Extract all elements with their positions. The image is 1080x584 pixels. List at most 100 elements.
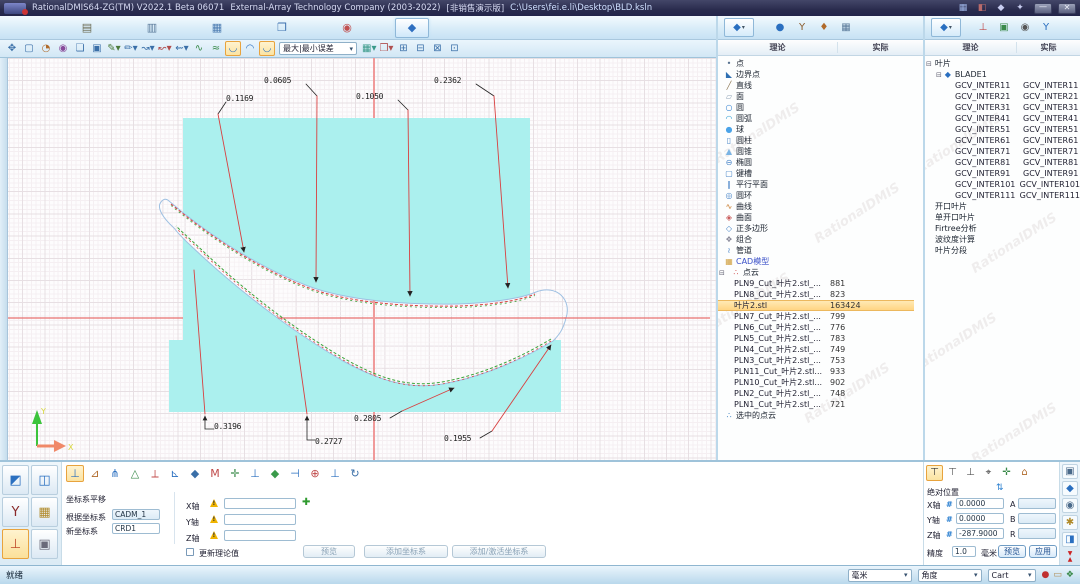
window-close-icon[interactable]: ⊠ [429,41,445,56]
probe-button[interactable]: Y [2,497,29,527]
grab-icon[interactable]: ◔ [38,41,54,56]
gcv-section-row[interactable]: GCV_INTER91 GCV_INTER91 [925,168,1080,179]
csys-rps-icon[interactable]: ⊥ [246,465,264,482]
pos-apply-button[interactable]: 应用 [1029,545,1057,558]
blade-analysis-item[interactable]: 开口叶片 [925,201,1080,212]
gcv-section-row[interactable]: GCV_INTER71 GCV_INTER71 [925,146,1080,157]
smooth-icon[interactable]: ≈ [208,41,224,56]
ruler-icon[interactable]: ▭ [1053,570,1062,580]
b-field[interactable] [1018,513,1056,524]
col-actual[interactable]: 实际 [1017,42,1080,53]
angle-dropdown[interactable]: 角度 [918,569,982,582]
blade-analysis-item[interactable]: 波纹度计算 [925,234,1080,245]
gcv-section-row[interactable]: GCV_INTER31 GCV_INTER31 [925,102,1080,113]
pointcloud-row[interactable]: PLN6_Cut_叶片2.stl_... 776 [718,322,923,333]
preview-button[interactable]: 预览 [303,545,355,558]
tool-rack-button[interactable]: ▦ [31,497,58,527]
pointcloud-row[interactable]: PLN1_Cut_叶片2.stl_... 721 [718,399,923,410]
add-activate-csys-button[interactable]: 添加/激活坐标系 [452,545,546,558]
pointcloud-row[interactable]: PLN4_Cut_叶片2.stl_... 749 [718,344,923,355]
viewport-tool-icon[interactable]: ▣ [1062,464,1078,479]
selected-pointcloud-item[interactable]: ∴ 选中的点云 [718,410,923,421]
csys-axis-icon[interactable]: ⟂ [146,465,164,482]
feature-tree-item[interactable]: ╱ 直线 [718,80,923,91]
machine-button[interactable]: ▣ [31,529,58,559]
connection-icon[interactable]: ❖ [1066,570,1074,580]
blade-analysis-item[interactable]: Firtree分析 [925,223,1080,234]
x-axis-input[interactable] [224,498,296,509]
tool-icon[interactable]: ♦ [816,20,832,35]
probe-icon[interactable]: Y [794,20,810,35]
pointcloud-row[interactable]: PLN11_Cut_叶片2.stl... 933 [718,366,923,377]
feature-tree-item[interactable]: ▱ 面 [718,91,923,102]
position-move-icon[interactable]: ⊤ [926,465,943,481]
csys-offset-icon[interactable]: ✛ [226,465,244,482]
csys-321-icon[interactable]: ⋔ [106,465,124,482]
axis-icon[interactable]: ⊥ [975,20,991,35]
gcv-section-row[interactable]: GCV_INTER101 GCV_INTER101 [925,179,1080,190]
tab-window[interactable]: ❐ [265,18,299,38]
csys-origin-icon[interactable]: ⊾ [166,465,184,482]
section-icon[interactable]: ↜▾ [157,41,173,56]
display-icon[interactable]: ◨ [1062,532,1078,547]
feature-tree-item[interactable]: ⊖ 椭圆 [718,157,923,168]
csys-translate-icon[interactable]: ⊥ [66,465,84,482]
image-icon[interactable]: ▣ [996,20,1012,35]
gcv-section-row[interactable]: GCV_INTER51 GCV_INTER51 [925,124,1080,135]
feature-tree-item[interactable]: ▲ 圆锥 [718,146,923,157]
device-icon[interactable]: ◆ [993,1,1009,16]
grid-icon[interactable]: ▦ [838,20,854,35]
lower-tolerance-icon[interactable]: ◡ [225,41,241,56]
update-theory-checkbox[interactable] [186,548,194,556]
minimize-button[interactable] [1034,3,1052,14]
csys-mirror-icon[interactable]: ⊣ [286,465,304,482]
pointcloud-row[interactable]: PLN5_Cut_叶片2.stl_... 783 [718,333,923,344]
csys-matrix-icon[interactable]: M [206,465,224,482]
camera-icon[interactable]: ◉ [1017,20,1033,35]
z-axis-input[interactable] [224,530,296,541]
feature-tree-item[interactable]: ≀ 管道 [718,245,923,256]
csys-transform-icon[interactable]: ↻ [346,465,364,482]
pointcloud-row[interactable]: 叶片2.stl 163424 [718,300,914,311]
csys-iterative-icon[interactable]: ⊕ [306,465,324,482]
layout-alt-icon[interactable]: ◧ [974,1,990,16]
probe2-icon[interactable]: Y [1038,20,1054,35]
feature-tree-item[interactable]: ∿ 曲线 [718,201,923,212]
wave-icon[interactable]: ∿ [191,41,207,56]
spline-icon[interactable]: ↝▾ [140,41,156,56]
feature-tree-item[interactable]: ◈ 曲面 [718,212,923,223]
feature-tree-item[interactable]: ▦ CAD模型 [718,256,923,267]
blade-analysis-item[interactable]: 叶片分段 [925,245,1080,256]
gcv-section-row[interactable]: GCV_INTER81 GCV_INTER81 [925,157,1080,168]
link-icon[interactable]: ✦ [1012,1,1028,16]
add-icon[interactable] [302,497,310,508]
add-csys-button[interactable]: 添加坐标系 [364,545,448,558]
window-new-icon[interactable]: ⊞ [395,41,411,56]
tab-document[interactable]: ▥ [135,18,169,38]
window-sync-icon[interactable]: ⊡ [446,41,462,56]
tab-graphics[interactable]: ◉ [330,18,364,38]
features-tab-icon[interactable]: ◆ [724,18,754,37]
a-field[interactable] [1018,498,1056,509]
settings-icon[interactable]: ✱ [1062,515,1078,530]
base-csys-field[interactable]: CADM_1 [112,509,160,520]
sphere-icon[interactable]: ● [772,20,788,35]
probe-setup-button[interactable]: ◩ [2,465,29,495]
goto-icon[interactable]: ⌖ [980,465,997,481]
pointcloud-row[interactable]: PLN9_Cut_叶片2.stl_... 881 [718,278,923,289]
gcv-section-row[interactable]: GCV_INTER111 GCV_INTER111 [925,190,1080,201]
caliper-button[interactable]: ◫ [31,465,58,495]
gcv-section-row[interactable]: GCV_INTER61 GCV_INTER61 [925,135,1080,146]
col-theory[interactable]: 理论 [925,42,1017,53]
export-icon[interactable]: ❒▾ [378,41,394,56]
swap-icon[interactable] [996,483,1004,493]
probe-down-icon[interactable]: ⊥ [962,465,979,481]
col-theory[interactable]: 理论 [718,42,838,53]
pointcloud-row[interactable]: PLN7_Cut_叶片2.stl_... 799 [718,311,923,322]
colormap-icon[interactable]: ▦▾ [361,41,377,56]
feature-tree-item[interactable]: ● 球 [718,124,923,135]
add-position-icon[interactable]: ✛ [998,465,1015,481]
capture-icon[interactable]: ❏ [72,41,88,56]
pointcloud-row[interactable]: PLN3_Cut_叶片2.stl_... 753 [718,355,923,366]
blade-root-item[interactable]: 叶片 [925,58,1080,69]
